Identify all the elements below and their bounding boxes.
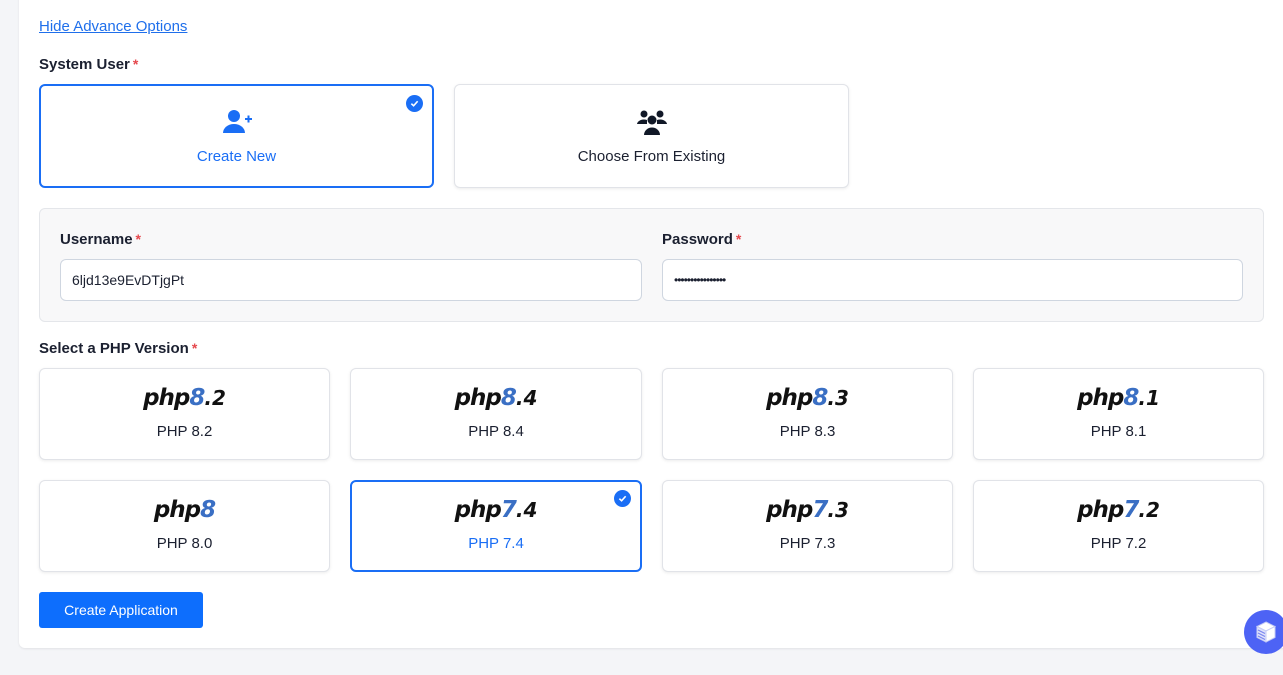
create-new-label: Create New: [196, 147, 277, 165]
username-label: Username *: [60, 231, 141, 248]
user-plus-icon: [222, 109, 252, 133]
php-version-label: PHP 8.2: [156, 423, 213, 440]
php-logo-minor: .4: [515, 498, 538, 522]
php-version-label: PHP 8.3: [779, 423, 836, 440]
username-label-text: Username: [60, 231, 133, 248]
php-version-label: PHP 8.0: [156, 535, 213, 552]
create-new-user-option[interactable]: Create New: [39, 84, 434, 188]
choose-existing-label: Choose From Existing: [577, 147, 726, 165]
php-logo-icon: php8.3: [663, 385, 952, 411]
php-version-option[interactable]: php8.2 PHP 8.2: [39, 368, 330, 460]
required-mark: *: [191, 340, 198, 356]
php-logo-prefix: php: [766, 497, 813, 523]
selected-check-icon: [614, 490, 631, 507]
php-logo-icon: php7.2: [974, 497, 1263, 523]
password-label-text: Password: [662, 231, 733, 248]
php-logo-minor: .4: [515, 386, 538, 410]
php-logo-prefix: php: [454, 385, 502, 411]
php-logo-minor: .2: [1138, 498, 1160, 522]
password-label: Password *: [662, 231, 741, 248]
php-logo-prefix: php: [143, 385, 190, 411]
php-version-label: PHP 7.4: [468, 535, 524, 552]
php-logo-major: 8: [189, 385, 205, 411]
users-icon: [636, 110, 667, 135]
server-cube-icon: [1255, 621, 1277, 643]
php-version-option[interactable]: php7.3 PHP 7.3: [662, 480, 953, 572]
php-version-label-text: Select a PHP Version: [39, 340, 189, 357]
hide-advance-options-link[interactable]: Hide Advance Options: [39, 18, 187, 35]
php-logo-icon: php8.4: [351, 385, 641, 411]
php-logo-minor: .3: [827, 386, 849, 410]
system-user-label-text: System User: [39, 56, 130, 73]
php-version-option[interactable]: php8.1 PHP 8.1: [973, 368, 1264, 460]
required-mark: *: [135, 231, 141, 247]
php-version-option[interactable]: php8 PHP 8.0: [39, 480, 330, 572]
selected-check-icon: [406, 95, 423, 112]
php-version-option[interactable]: php8.4 PHP 8.4: [350, 368, 642, 460]
php-logo-minor: .2: [204, 386, 226, 410]
php-logo-major: 8: [812, 385, 828, 411]
username-input[interactable]: 6ljd13e9EvDTjgPt: [60, 259, 642, 301]
php-logo-major: 8: [1123, 385, 1139, 411]
system-user-label: System User *: [39, 56, 138, 73]
php-logo-major: 8: [500, 385, 517, 411]
choose-existing-user-option[interactable]: Choose From Existing: [454, 84, 849, 188]
php-version-label: PHP 8.1: [1090, 423, 1147, 440]
php-version-option[interactable]: php7.2 PHP 7.2: [973, 480, 1264, 572]
help-widget-button[interactable]: [1244, 610, 1283, 654]
php-version-label: PHP 7.2: [1090, 535, 1147, 552]
php-version-label: PHP 8.4: [468, 423, 524, 440]
php-logo-prefix: php: [766, 385, 813, 411]
required-mark: *: [735, 231, 742, 247]
php-logo-minor: .3: [827, 498, 849, 522]
php-logo-icon: php8: [40, 497, 329, 523]
create-application-button[interactable]: Create Application: [39, 592, 203, 628]
php-version-label: PHP 7.3: [779, 535, 836, 552]
php-version-label: Select a PHP Version *: [39, 340, 197, 357]
php-logo-major: 7: [500, 497, 517, 523]
php-logo-prefix: php: [1077, 385, 1124, 411]
php-logo-prefix: php: [1077, 497, 1124, 523]
password-input[interactable]: ••••••••••••••••: [662, 259, 1243, 301]
php-logo-icon: php8.1: [974, 385, 1263, 411]
php-logo-major: 8: [200, 497, 216, 523]
php-logo-icon: php7.3: [663, 497, 952, 523]
php-version-option[interactable]: php8.3 PHP 8.3: [662, 368, 953, 460]
php-logo-icon: php7.4: [352, 497, 640, 523]
php-logo-icon: php8.2: [40, 385, 329, 411]
php-logo-major: 7: [812, 497, 828, 523]
php-logo-major: 7: [1123, 497, 1139, 523]
php-logo-prefix: php: [454, 497, 502, 523]
php-logo-prefix: php: [153, 497, 201, 523]
required-mark: *: [132, 56, 139, 72]
php-logo-minor: .1: [1138, 386, 1160, 410]
php-version-option[interactable]: php7.4 PHP 7.4: [350, 480, 642, 572]
